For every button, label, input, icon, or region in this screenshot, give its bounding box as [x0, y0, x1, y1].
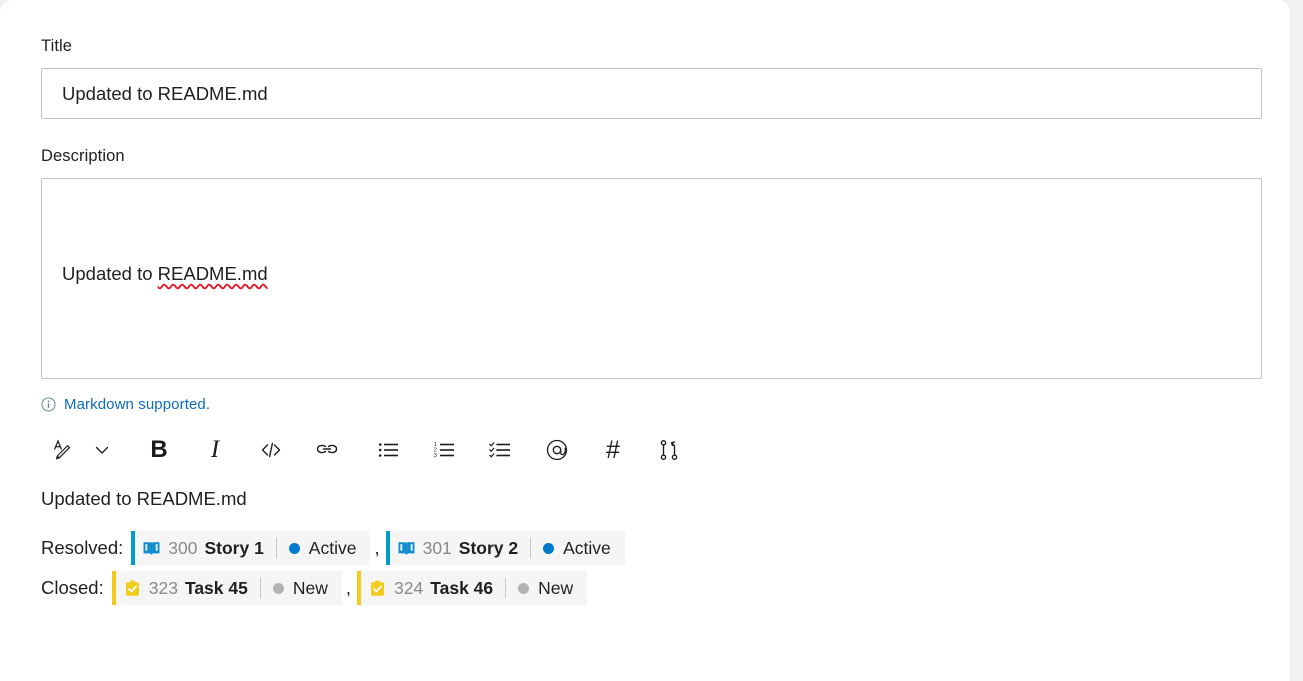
info-icon: [41, 396, 56, 412]
work-item-title: Task 46: [430, 577, 494, 598]
bulleted-list-button[interactable]: [367, 428, 411, 472]
chip-separator: ,: [345, 577, 352, 598]
state-dot-icon: [518, 582, 530, 594]
mention-button[interactable]: [535, 428, 579, 472]
preview-row-label: Closed:: [41, 577, 104, 598]
description-blank-line: [62, 351, 1241, 378]
bulleted-list-icon: [378, 443, 398, 457]
state-dot-icon: [272, 582, 284, 594]
markdown-hint-label: Markdown supported.: [64, 395, 211, 413]
state-label: Active: [563, 537, 611, 558]
description-line-1: Updated to README.md: [62, 258, 1241, 289]
chip-divider: [530, 538, 532, 558]
work-item-state: Active: [543, 538, 611, 559]
work-item-state: New: [272, 577, 328, 599]
mention-icon: [546, 439, 568, 461]
pull-request-link-button[interactable]: [647, 428, 691, 472]
checklist-icon: [489, 442, 510, 458]
preview-row-resolved: Resolved: 300 Story 1 Active , 301 Story…: [41, 531, 1250, 565]
title-label: Title: [41, 37, 73, 55]
chip-separator: ,: [374, 537, 380, 558]
page-right-gutter: [1290, 0, 1303, 681]
code-icon: [261, 442, 281, 458]
work-item-id: 300: [168, 537, 198, 558]
work-item-title: Story 2: [458, 537, 519, 558]
formatting-toolbar: B I 1 2 3 #: [41, 428, 1250, 472]
work-item-title: Task 45: [184, 577, 248, 598]
description-textarea[interactable]: Updated to README.md Resolved: #300, #30…: [41, 178, 1262, 379]
bold-icon: B: [150, 436, 168, 463]
numbered-list-icon: 1 2 3: [434, 442, 454, 459]
clipboard-check-icon: [371, 580, 384, 596]
link-icon: [316, 444, 338, 454]
work-item-id: 301: [422, 537, 452, 558]
state-label: New: [292, 577, 328, 598]
chip-divider: [505, 578, 507, 598]
work-item-id: 324: [394, 577, 424, 598]
preview-row-closed: Closed: 323 Task 45 New , 324 Task 46 Ne…: [41, 571, 1250, 605]
italic-icon: I: [210, 435, 220, 463]
work-item-form-card: Title Description Updated to README.md R…: [0, 0, 1290, 681]
chip-divider: [259, 578, 261, 598]
description-line-1-prefix: Updated to: [62, 263, 158, 284]
chevron-down-icon: [95, 446, 109, 454]
markdown-hint: Markdown supported.: [41, 394, 1250, 414]
preview-row-label: Resolved:: [41, 537, 124, 558]
state-dot-icon: [288, 542, 300, 554]
work-item-link-button[interactable]: #: [591, 428, 635, 472]
numbered-list-button[interactable]: 1 2 3: [423, 428, 467, 472]
book-icon: [398, 541, 415, 555]
state-label: Active: [308, 537, 357, 558]
state-label: New: [538, 577, 574, 598]
book-icon: [143, 541, 160, 555]
link-button[interactable]: [305, 428, 349, 472]
work-item-chip[interactable]: 323 Task 45 New: [111, 571, 342, 605]
pull-request-icon: [660, 440, 678, 460]
work-item-state: New: [518, 578, 573, 599]
chip-divider: [275, 538, 277, 558]
description-label: Description: [41, 147, 125, 165]
work-item-state: Active: [288, 537, 357, 559]
description-misspelled-word: README.md: [157, 263, 268, 284]
work-item-title: Story 1: [204, 537, 264, 558]
work-item-chip[interactable]: 300 Story 1 Active: [131, 531, 371, 565]
description-preview: Updated to README.md Resolved: 300 Story…: [41, 486, 1250, 605]
bold-button[interactable]: B: [137, 428, 181, 472]
clipboard-check-icon: [125, 580, 139, 596]
work-item-chip[interactable]: 324 Task 46 New: [357, 571, 588, 605]
italic-button[interactable]: I: [193, 428, 237, 472]
title-input[interactable]: [41, 68, 1262, 119]
text-style-chevron-button[interactable]: [85, 428, 119, 472]
text-style-button[interactable]: [41, 428, 85, 472]
state-dot-icon: [543, 542, 555, 554]
hash-icon: #: [606, 435, 620, 464]
svg-text:3: 3: [434, 453, 437, 459]
code-button[interactable]: [249, 428, 293, 472]
work-item-id: 323: [148, 577, 178, 598]
checklist-button[interactable]: [479, 428, 523, 472]
work-item-chip[interactable]: 301 Story 2 Active: [385, 531, 625, 565]
preview-heading: Updated to README.md: [41, 488, 247, 509]
text-style-icon: [53, 439, 71, 460]
